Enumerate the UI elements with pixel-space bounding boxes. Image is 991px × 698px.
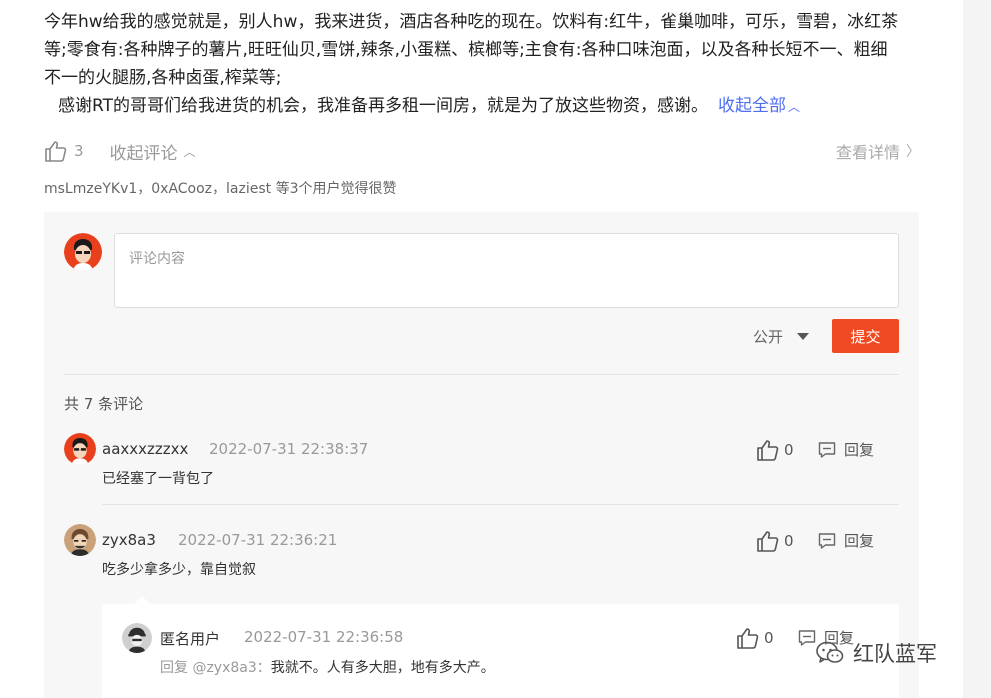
avatar-face-icon [64, 524, 96, 556]
watermark: 红队蓝军 [815, 638, 937, 668]
answer-line-1: 今年hw给我的感觉就是，别人hw，我来进货，酒店各种吃的现在。饮料有:红牛，雀巢… [44, 12, 899, 32]
answer-line-4-text: 感谢RT的哥哥们给我进货的机会，我准备再多租一间房，就是为了放这些物资，感谢。 [58, 96, 708, 116]
chevron-right-icon: 〉 [906, 144, 920, 160]
collapse-comments-button[interactable]: 收起评论 ︿ [110, 139, 196, 164]
comment-time: 2022-07-31 22:36:21 [178, 531, 338, 549]
comment-reply-label: 回复 [844, 532, 875, 550]
comment-bubble-icon [818, 532, 836, 549]
visibility-value: 公开 [753, 328, 784, 346]
reply-avatar[interactable] [122, 623, 152, 653]
submit-button[interactable]: 提交 [832, 319, 899, 353]
comment-like-button[interactable]: 0 [756, 530, 794, 552]
comment-like-count: 0 [784, 441, 794, 459]
comment-avatar[interactable] [64, 433, 96, 465]
answer-line-2: 等;零食有:各种牌子的薯片,旺旺仙贝,雪饼,辣条,小蛋糕、槟榔等;主食有:各种口… [44, 40, 888, 60]
answer-line-3: 不一的火腿肠,各种卤蛋,榨菜等; [44, 68, 282, 88]
comment-reply-button[interactable]: 回复 [818, 439, 874, 460]
avatar-face-icon [64, 233, 102, 271]
comment-like-count: 0 [784, 532, 794, 550]
divider [64, 374, 899, 375]
comment-bubble-icon [818, 441, 836, 458]
collapse-all-link[interactable]: 收起全部 ︿ [718, 96, 800, 116]
answer-line-4: 感谢RT的哥哥们给我进货的机会，我准备再多租一间房，就是为了放这些物资，感谢。收… [44, 92, 949, 121]
thumbs-up-icon [757, 531, 779, 552]
current-user-avatar [64, 233, 102, 271]
comment-author[interactable]: aaxxxzzzxx [102, 440, 188, 458]
comment-text: 吃多少拿多少，靠自觉叙 [102, 562, 256, 578]
view-detail-label: 查看详情 [835, 143, 900, 162]
comment-avatar[interactable] [64, 524, 96, 556]
comment-placeholder: 评论内容 [129, 251, 185, 267]
comments-count: 共 7 条评论 [64, 395, 144, 413]
watermark-text: 红队蓝军 [853, 642, 937, 666]
reply-time: 2022-07-31 22:36:58 [244, 628, 404, 646]
reply-author[interactable]: 匿名用户 [160, 628, 220, 649]
comment-like-button[interactable]: 0 [756, 439, 794, 461]
comment-reply-button[interactable]: 回复 [818, 530, 874, 551]
page-side-strip [963, 0, 991, 698]
answer-action-row: 3 收起评论 ︿ 查看详情 〉 [44, 136, 920, 166]
likers-summary: msLmzeYKv1，0xACooz，laziest 等3个用户觉得很赞 [44, 181, 397, 197]
reply-body: 我就不。人有多大胆，地有多大产。 [270, 660, 495, 676]
comment-text: 已经塞了一背包了 [102, 471, 214, 487]
reply-text: 回复 @zyx8a3：我就不。人有多大胆，地有多大产。 [160, 657, 495, 677]
avatar-face-icon [64, 433, 96, 465]
thumbs-up-icon [737, 628, 759, 649]
wechat-icon [816, 641, 844, 663]
anonymous-user-icon [122, 623, 152, 653]
comment-panel: 评论内容 公开 提交 共 7 条评论 aaxxxzzzxx 2022-07-31… [44, 212, 919, 698]
collapse-comments-label: 收起评论 [109, 143, 178, 164]
reply-mention[interactable]: 回复 @zyx8a3： [160, 660, 271, 676]
reply-like-button[interactable]: 0 [736, 627, 774, 649]
answer-like-button[interactable]: 3 [44, 140, 84, 162]
caret-down-icon [797, 333, 810, 340]
chevron-up-icon: ︿ [787, 100, 800, 114]
chevron-up-icon: ︿ [183, 144, 196, 159]
reply-pointer [134, 596, 150, 604]
answer-body: 今年hw给我的感觉就是，别人hw，我来进货，酒店各种吃的现在。饮料有:红牛，雀巢… [44, 8, 949, 121]
comment-author[interactable]: zyx8a3 [102, 531, 156, 549]
reply-like-count: 0 [764, 629, 774, 647]
comment-reply-label: 回复 [844, 441, 875, 459]
answer-like-count: 3 [74, 142, 84, 160]
nested-reply: 匿名用户 2022-07-31 22:36:58 回复 @zyx8a3：我就不。… [102, 604, 899, 698]
divider [102, 504, 899, 505]
comment-time: 2022-07-31 22:38:37 [209, 440, 369, 458]
thumbs-up-icon [757, 440, 779, 461]
comment-input[interactable]: 评论内容 [114, 233, 899, 308]
comment-bubble-icon [798, 629, 816, 646]
view-detail-link[interactable]: 查看详情 〉 [836, 139, 920, 163]
thumbs-up-icon [45, 141, 67, 162]
collapse-all-label: 收起全部 [717, 96, 786, 116]
visibility-select[interactable]: 公开 [753, 326, 810, 347]
